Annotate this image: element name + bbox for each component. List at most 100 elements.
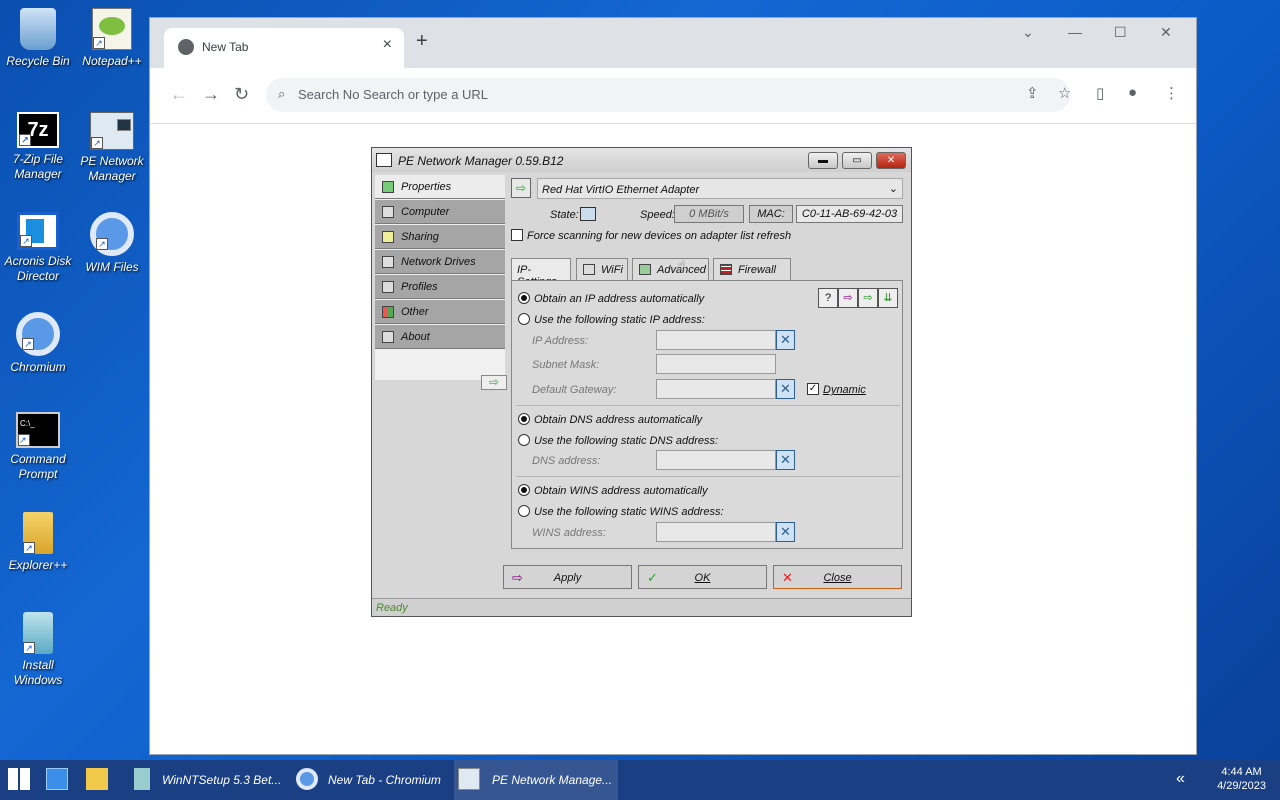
profile-avatar-icon[interactable]: ● (1128, 84, 1137, 101)
desktop-icon-recycle-bin[interactable]: Recycle Bin (0, 8, 76, 69)
title-bar[interactable]: PE Network Manager 0.59.B12 ▬ ▭ ✕ (372, 148, 911, 172)
ok-button[interactable]: ✓ OK (638, 565, 767, 589)
desktop-icon-pe-network-manager[interactable]: ↗ PE Network Manager (74, 112, 150, 184)
dns-address-field[interactable] (656, 450, 776, 470)
wins-auto-radio[interactable] (518, 484, 530, 496)
minimize-button[interactable]: — (1068, 24, 1082, 40)
tab-close-button[interactable]: × (383, 36, 392, 54)
back-arrow-icon[interactable]: ← (170, 84, 188, 105)
sidebar-item-properties[interactable]: Properties (375, 175, 505, 199)
desktop-icon-install-windows[interactable]: ↗ Install Windows (0, 612, 76, 688)
adapter-select[interactable]: Red Hat VirtIO Ethernet Adapter ⌄ (537, 178, 903, 199)
taskbar-pinned-desktop[interactable] (42, 760, 78, 800)
desktop-icon-notepad-plus-plus[interactable]: ↗ Notepad++ (74, 8, 150, 69)
start-button[interactable] (0, 760, 38, 800)
tab-firewall[interactable]: Firewall (713, 258, 791, 280)
ip-auto-label: Obtain an IP address automatically (534, 293, 705, 305)
sidebar-item-other[interactable]: Other (375, 300, 505, 324)
dns-address-label: DNS address: (532, 455, 601, 467)
forward-arrow-icon[interactable]: → (202, 84, 220, 105)
dns-static-radio[interactable] (518, 434, 530, 446)
side-panel-icon[interactable]: ▯ (1096, 84, 1104, 102)
help-icon[interactable]: ? (818, 288, 838, 308)
state-label: State: (550, 209, 579, 221)
clear-x-icon[interactable]: ✕ (776, 522, 795, 542)
desktop-icon-acronis[interactable]: ↗ Acronis Disk Director (0, 212, 76, 284)
tab-label: WiFi (601, 264, 623, 276)
default-gateway-field[interactable] (656, 379, 776, 399)
subnet-mask-label: Subnet Mask: (532, 359, 600, 371)
desktop-icon-label: Install Windows (13, 658, 63, 687)
tab-label: Firewall (738, 264, 776, 276)
clear-x-icon[interactable]: ✕ (776, 330, 795, 350)
desktop-icon-wim-files[interactable]: ↗ WIM Files (74, 212, 150, 275)
tab-advanced[interactable]: Advanced (632, 258, 709, 280)
tab-search-button[interactable]: ⌄ (1022, 24, 1034, 41)
address-bar[interactable]: ⌕ Search No Search or type a URL (266, 78, 1070, 112)
adapter-apply-icon[interactable]: ⇨ (511, 178, 531, 198)
clear-x-icon[interactable]: ✕ (776, 379, 795, 399)
tab-ip-settings[interactable]: IP-Settings (511, 258, 571, 288)
close-button[interactable]: ✕ Close (773, 565, 902, 589)
shortcut-arrow-icon: ↗ (19, 134, 31, 146)
apply-label: Apply (553, 572, 582, 584)
taskbar: WinNTSetup 5.3 Bet... New Tab - Chromium… (0, 760, 1280, 800)
status-text: Ready (376, 602, 408, 614)
ip-address-field[interactable] (656, 330, 776, 350)
sidebar-item-profiles[interactable]: Profiles (375, 275, 505, 299)
bookmark-star-icon[interactable]: ☆ (1058, 84, 1071, 102)
ip-static-radio[interactable] (518, 313, 530, 325)
wins-static-radio[interactable] (518, 505, 530, 517)
ip-auto-radio[interactable] (518, 292, 530, 304)
close-window-button[interactable]: ✕ (1160, 24, 1172, 41)
clear-x-icon[interactable]: ✕ (776, 450, 795, 470)
taskbar-item-winntsetup[interactable]: WinNTSetup 5.3 Bet... (130, 760, 286, 800)
dns-auto-radio[interactable] (518, 413, 530, 425)
chromium-icon: ↗ (16, 312, 60, 356)
desktop-icon-explorer-plus[interactable]: ↗ Explorer++ (0, 512, 76, 573)
taskbar-item-chromium[interactable]: New Tab - Chromium (292, 760, 448, 800)
adapter-selected: Red Hat VirtIO Ethernet Adapter (542, 184, 700, 196)
sidebar-item-computer[interactable]: Computer (375, 200, 505, 224)
expand-down-icon[interactable]: ⇊ (878, 288, 898, 308)
restore-button[interactable]: ▭ (842, 152, 872, 169)
wins-static-label: Use the following static WINS address: (534, 506, 724, 518)
tab-wifi[interactable]: WiFi (576, 258, 628, 280)
desktop-icon-label: 7-Zip File Manager (12, 152, 63, 181)
forward-arrow-icon[interactable]: ⇨ (838, 288, 858, 308)
taskbar-item-pe-network-manager[interactable]: PE Network Manage... (454, 760, 618, 800)
desktop-icon-command-prompt[interactable]: C:\_ ↗ Command Prompt (0, 412, 76, 482)
show-hidden-icons-chevron-icon[interactable]: « (1176, 770, 1185, 788)
divider (516, 405, 900, 406)
menu-kebab-icon[interactable]: ⋮ (1164, 84, 1179, 102)
new-tab-button[interactable]: + (416, 30, 428, 53)
taskbar-pinned-explorer[interactable] (82, 760, 118, 800)
wim-files-icon: ↗ (90, 212, 134, 256)
shortcut-arrow-icon: ↗ (23, 642, 35, 654)
share-icon[interactable]: ⇪ (1026, 84, 1039, 102)
minimize-button[interactable]: ▬ (808, 152, 838, 169)
close-window-button[interactable]: ✕ (876, 152, 906, 169)
apply-adapter-icon[interactable]: ⇨ (858, 288, 878, 308)
desktop-icon-7zip[interactable]: 7z ↗ 7-Zip File Manager (0, 112, 76, 182)
system-clock[interactable]: 4:44 AM 4/29/2023 (1217, 765, 1266, 793)
wins-address-field[interactable] (656, 522, 776, 542)
mac-label: MAC: (749, 205, 793, 223)
reload-icon[interactable]: ↻ (234, 84, 249, 105)
sidebar-item-about[interactable]: About (375, 325, 505, 349)
desktop-icon-chromium[interactable]: ↗ Chromium (0, 312, 76, 375)
force-scan-checkbox[interactable] (511, 229, 523, 241)
sidebar-item-label: Properties (401, 181, 452, 193)
dynamic-checkbox[interactable]: ✓ (807, 383, 819, 395)
maximize-button[interactable]: ☐ (1114, 24, 1127, 41)
sidebar-item-network-drives[interactable]: Network Drives (375, 250, 505, 274)
ok-label: OK (694, 572, 711, 584)
browser-tab[interactable]: New Tab × (164, 28, 404, 68)
collapse-arrow-icon[interactable]: ⇨ (481, 375, 507, 390)
properties-icon (382, 181, 394, 193)
subnet-mask-field[interactable] (656, 354, 776, 374)
sidebar-item-sharing[interactable]: Sharing (375, 225, 505, 249)
sharing-icon (382, 231, 394, 243)
apply-button[interactable]: ⇨ Apply (503, 565, 632, 589)
sidebar: Properties Computer Sharing Network Driv… (375, 175, 507, 390)
